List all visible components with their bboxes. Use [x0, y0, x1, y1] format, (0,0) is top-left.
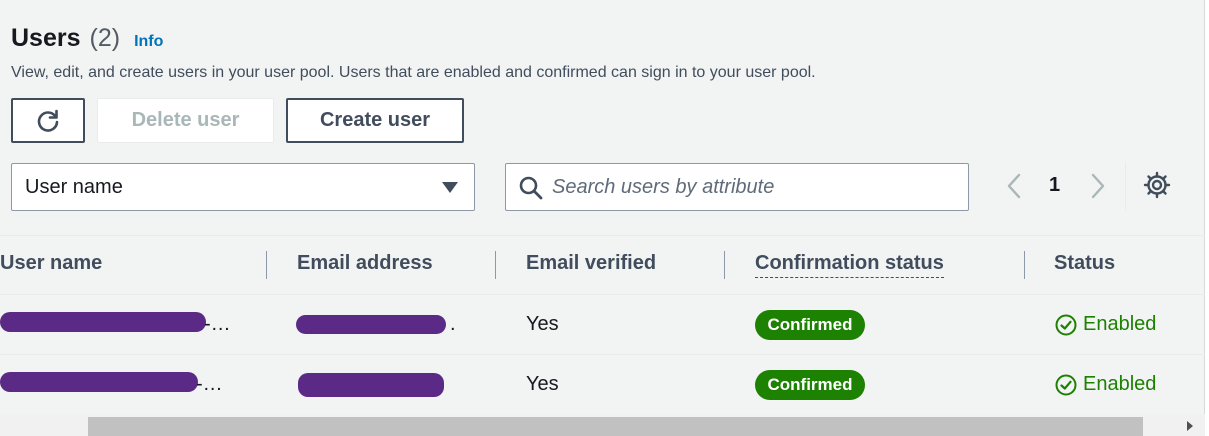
- scrollbar-thumb[interactable]: [88, 417, 1143, 436]
- column-header-email-verified[interactable]: Email verified: [526, 252, 656, 275]
- user-name-suffix: -…: [196, 373, 223, 395]
- create-user-button[interactable]: Create user: [286, 98, 464, 143]
- column-resizer[interactable]: [495, 251, 496, 279]
- pagination-divider: [1125, 162, 1126, 210]
- column-header-user-name[interactable]: User name: [0, 252, 102, 275]
- column-header-confirmation-status[interactable]: Confirmation status: [755, 252, 944, 278]
- column-header-status[interactable]: Status: [1054, 252, 1115, 275]
- refresh-icon: [37, 109, 59, 132]
- user-count: (2): [89, 24, 121, 52]
- horizontal-scrollbar[interactable]: [0, 414, 1205, 436]
- gear-icon[interactable]: [1143, 171, 1171, 199]
- search-icon: [519, 176, 543, 200]
- search-input[interactable]: [552, 164, 952, 210]
- caret-down-icon: [442, 182, 458, 193]
- status-cell: Enabled: [1055, 373, 1156, 396]
- property-filter-select[interactable]: User name: [11, 163, 475, 211]
- redacted-email: [296, 315, 446, 334]
- confirmation-status-badge: Confirmed: [755, 310, 865, 340]
- check-circle-icon: [1055, 314, 1077, 335]
- column-resizer[interactable]: [724, 251, 725, 279]
- refresh-button[interactable]: [11, 98, 85, 143]
- check-circle-icon: [1055, 374, 1077, 395]
- redacted-user-name[interactable]: [0, 312, 206, 332]
- current-page-number[interactable]: 1: [1049, 174, 1060, 197]
- redacted-email: [298, 373, 444, 397]
- page-header: Users (2) Info: [11, 24, 163, 53]
- status-cell: Enabled: [1055, 313, 1156, 336]
- search-box[interactable]: [505, 163, 969, 211]
- previous-page-icon[interactable]: [1003, 172, 1025, 200]
- redacted-user-name[interactable]: [0, 372, 198, 392]
- status-label: Enabled: [1083, 373, 1157, 395]
- table-row: -… Yes Confirmed Enabled: [0, 355, 1205, 415]
- table-row: -… . Yes Confirmed Enabled: [0, 295, 1205, 355]
- email-verified-value: Yes: [526, 373, 559, 395]
- status-label: Enabled: [1083, 313, 1157, 335]
- table-top-border: [0, 235, 1205, 236]
- next-page-icon[interactable]: [1087, 172, 1109, 200]
- email-suffix: .: [450, 313, 456, 335]
- column-resizer[interactable]: [1024, 251, 1025, 279]
- confirmation-status-badge: Confirmed: [755, 370, 865, 400]
- page-title: Users: [11, 24, 81, 52]
- email-verified-value: Yes: [526, 313, 559, 335]
- property-filter-value: User name: [25, 175, 123, 198]
- column-resizer[interactable]: [266, 251, 267, 279]
- column-header-email-address[interactable]: Email address: [297, 252, 433, 275]
- delete-user-button[interactable]: Delete user: [97, 98, 274, 143]
- scroll-right-arrow-icon[interactable]: [1187, 421, 1193, 431]
- info-link[interactable]: Info: [134, 33, 163, 51]
- page-description: View, edit, and create users in your use…: [11, 64, 816, 81]
- user-name-suffix: -…: [204, 313, 231, 335]
